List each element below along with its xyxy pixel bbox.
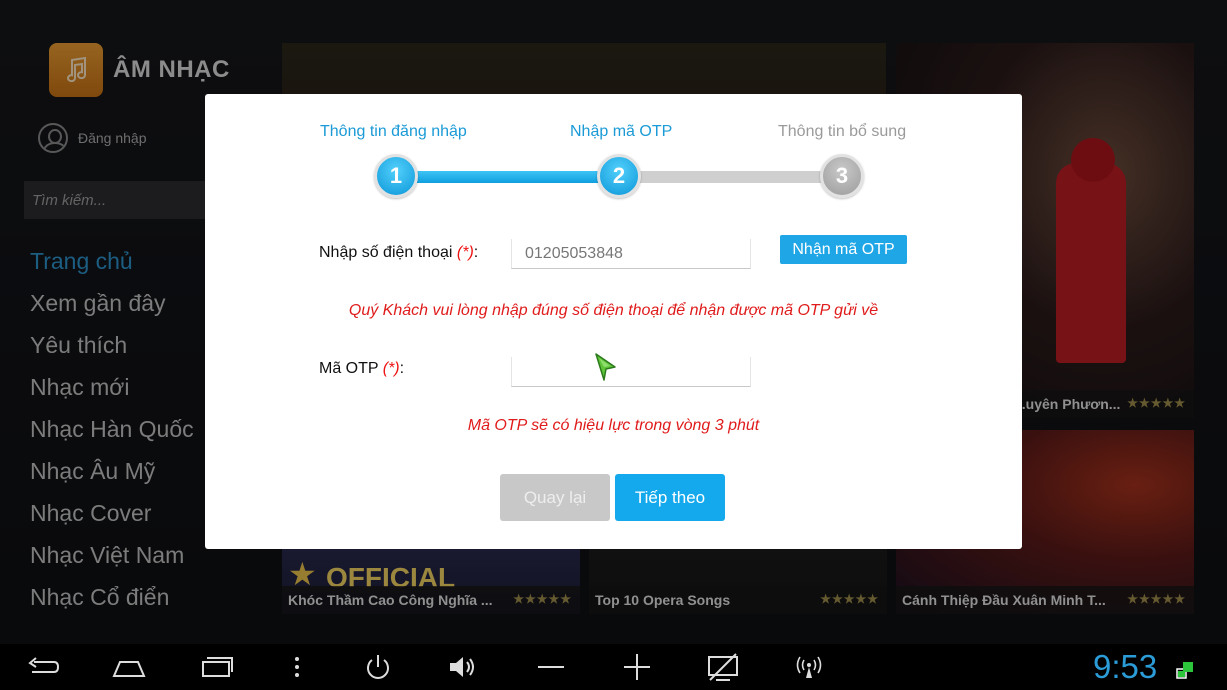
phone-hint: Quý Khách vui lòng nhập đúng số điện tho…: [348, 302, 879, 319]
step-label-login-info: Thông tin đăng nhập: [320, 123, 467, 140]
app-screen: ÂM NHẠC Đăng nhập Tìm kiếm... Trang chủ …: [0, 0, 1227, 690]
label-colon: :: [399, 360, 405, 377]
volume-down-icon[interactable]: [534, 652, 568, 682]
wireless-icon[interactable]: [792, 652, 826, 682]
required-mark: (*): [456, 244, 474, 261]
otp-label: Mã OTP (*):: [319, 360, 404, 378]
otp-dialog: Thông tin đăng nhập Nhập mã OTP Thông ti…: [205, 94, 1022, 549]
volume-icon[interactable]: [446, 652, 480, 682]
phone-label-text: Nhập số điện thoại: [319, 244, 453, 261]
step-progress-fill: [397, 171, 620, 183]
required-mark: (*): [382, 360, 400, 377]
recent-apps-icon[interactable]: [199, 652, 233, 682]
step-label-extra-info: Thông tin bổ sung: [778, 123, 907, 140]
volume-up-icon[interactable]: [620, 652, 654, 682]
next-button[interactable]: Tiếp theo: [615, 474, 725, 521]
step-3-indicator: 3: [820, 154, 864, 198]
status-clock: 9:53: [1093, 648, 1158, 685]
navigation-bar: 9:53: [0, 644, 1227, 690]
back-button[interactable]: Quay lại: [500, 474, 610, 521]
screenshot-icon[interactable]: [706, 652, 740, 682]
otp-input[interactable]: [511, 357, 751, 387]
phone-label: Nhập số điện thoại (*):: [319, 244, 478, 262]
power-icon[interactable]: [361, 652, 395, 682]
get-otp-button[interactable]: Nhận mã OTP: [780, 235, 907, 264]
step-label-otp: Nhập mã OTP: [570, 123, 673, 140]
label-colon: :: [473, 244, 479, 261]
network-status-icon: [1176, 662, 1193, 679]
phone-input[interactable]: [511, 239, 751, 269]
menu-icon[interactable]: [280, 652, 314, 682]
home-icon[interactable]: [112, 652, 146, 682]
pointer-cursor-icon: [595, 353, 616, 381]
step-2-indicator: 2: [597, 154, 641, 198]
otp-label-text: Mã OTP: [319, 360, 379, 377]
otp-hint: Mã OTP sẽ có hiệu lực trong vòng 3 phút: [467, 417, 760, 434]
step-1-indicator: 1: [374, 154, 418, 198]
back-icon[interactable]: [26, 652, 60, 682]
